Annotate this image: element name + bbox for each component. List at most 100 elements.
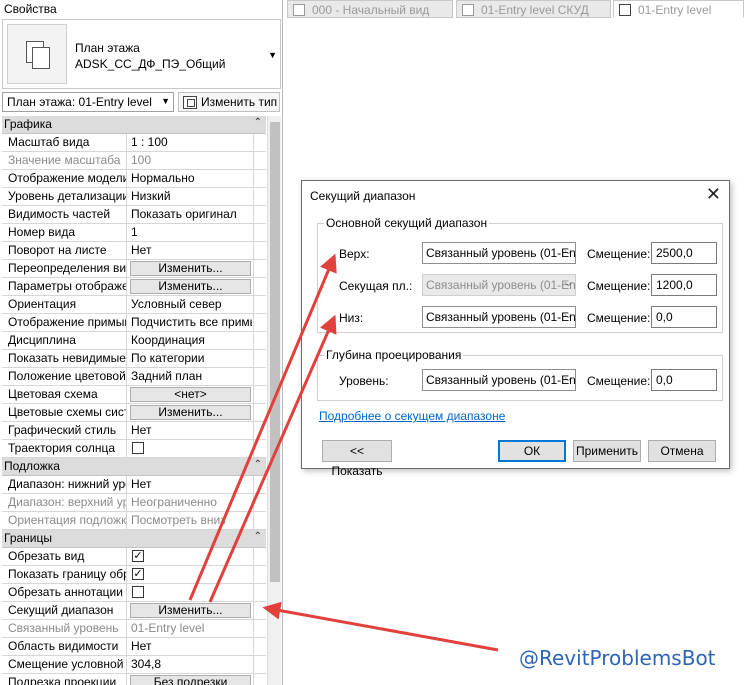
property-value[interactable]: Задний план — [128, 368, 252, 385]
depth-offset-label: Смещение: — [587, 374, 651, 388]
property-edit-button[interactable]: Изменить... — [130, 603, 251, 618]
property-row: Подрезка проекции Без подрезки — [2, 674, 266, 685]
apply-button[interactable]: Применить — [573, 440, 641, 462]
ok-button[interactable]: ОК — [498, 440, 566, 462]
edit-type-button[interactable]: Изменить тип — [178, 92, 280, 112]
property-value[interactable]: Показать оригинал — [128, 206, 252, 223]
property-label: Цветовая схема — [2, 386, 127, 403]
property-row-edge — [253, 278, 266, 295]
property-value[interactable]: Низкий — [128, 188, 252, 205]
close-icon[interactable]: ✕ — [706, 184, 721, 204]
cancel-button[interactable]: Отмена — [648, 440, 716, 462]
cut-plane-offset-input[interactable]: 1200,0 — [651, 274, 717, 296]
property-label: Область видимости — [2, 638, 127, 655]
depth-level-select[interactable]: Связанный уровень (01-Entry level) ⌵ — [422, 369, 576, 391]
property-row: Ориентация подложки Посмотреть вниз — [2, 512, 266, 530]
property-row: Значение масштаба 100 — [2, 152, 266, 170]
property-row: Обрезать аннотации — [2, 584, 266, 602]
property-label: Параметры отображения графики — [2, 278, 127, 295]
view-range-dialog: Секущий диапазон ✕ Основной секущий диап… — [301, 180, 730, 478]
property-edit-button[interactable]: Изменить... — [130, 279, 251, 294]
property-value: Неограниченно — [131, 495, 217, 509]
property-row: Отображение примыканий стенПодчистить вс… — [2, 314, 266, 332]
cut-plane-offset-label: Смещение: — [587, 279, 651, 293]
property-label: Диапазон: нижний уровень — [2, 476, 127, 493]
top-level-select[interactable]: Связанный уровень (01-Entry level) ⌵ — [422, 242, 576, 264]
property-checkbox[interactable] — [132, 442, 144, 454]
tab-entry-level-skud[interactable]: 01-Entry level СКУД — [456, 0, 611, 18]
bottom-offset-label: Смещение: — [587, 311, 651, 325]
tab-start-view[interactable]: 000 - Начальный вид — [287, 0, 453, 18]
show-button[interactable]: << Показать — [322, 440, 392, 478]
tab-label: 000 - Начальный вид — [312, 3, 430, 17]
collapse-icon[interactable]: ⌃ — [254, 531, 262, 542]
property-row-edge — [253, 224, 266, 241]
collapse-icon[interactable]: ⌃ — [254, 117, 262, 128]
type-family: План этажа — [75, 41, 140, 55]
properties-scrollbar[interactable] — [267, 116, 281, 685]
property-label: Номер вида — [2, 224, 127, 241]
property-label: Графический стиль — [2, 422, 127, 439]
property-value[interactable]: Нет — [128, 638, 252, 655]
property-row: Графический стиль Нет — [2, 422, 266, 440]
property-value[interactable]: 1 — [128, 224, 252, 241]
section-header[interactable]: Графика ⌃ — [2, 116, 266, 134]
collapse-icon[interactable]: ⌃ — [254, 459, 262, 470]
property-checkbox[interactable]: ✓ — [132, 550, 144, 562]
property-row: Уровень детализации Низкий — [2, 188, 266, 206]
property-value[interactable]: Нормально — [128, 170, 252, 187]
property-label: Дисциплина — [2, 332, 127, 349]
property-label: Поворот на листе — [2, 242, 127, 259]
top-level-value: Связанный уровень (01-Entry level) — [426, 246, 576, 260]
property-row-edge — [253, 674, 266, 685]
scrollbar-thumb[interactable] — [270, 122, 280, 582]
property-label: Значение масштаба — [2, 152, 127, 169]
cut-plane-level-select[interactable]: Связанный уровень (01-Entry level) ⌵ — [422, 274, 576, 296]
property-row: Положение цветовой схемыЗадний план — [2, 368, 266, 386]
property-row-edge — [253, 152, 266, 169]
property-row: Диапазон: верхний уровень Неограниченно — [2, 494, 266, 512]
view-range-help-link[interactable]: Подробнее о секущем диапазоне — [319, 409, 505, 423]
top-offset-input[interactable]: 2500,0 — [651, 242, 717, 264]
watermark: @RevitProblemsBot — [519, 646, 716, 670]
property-value[interactable]: 1 : 100 — [128, 134, 252, 151]
floor-plan-icon — [462, 4, 474, 16]
property-label: Подрезка проекции — [2, 674, 127, 685]
depth-offset-input[interactable]: 0,0 — [651, 369, 717, 391]
property-value[interactable]: Подчистить все примыкания — [128, 314, 252, 331]
property-label: Отображение примыканий стен — [2, 314, 127, 331]
property-row-edge — [253, 422, 266, 439]
property-checkbox[interactable]: ✓ — [132, 568, 144, 580]
dialog-title: Секущий диапазон — [310, 189, 416, 203]
property-value[interactable]: 304,8 — [128, 656, 252, 673]
property-value[interactable]: Нет — [128, 476, 252, 493]
cut-plane-level-value: Связанный уровень (01-Entry level) — [426, 278, 576, 292]
property-checkbox[interactable] — [132, 586, 144, 598]
property-label: Масштаб вида — [2, 134, 127, 151]
section-header[interactable]: Границы ⌃ — [2, 530, 266, 548]
tab-entry-level[interactable]: 01-Entry level — [613, 0, 744, 18]
view-instance-selector[interactable]: План этажа: 01-Entry level ▼ — [2, 92, 174, 112]
property-edit-button[interactable]: Изменить... — [130, 405, 251, 420]
property-edit-button[interactable]: Изменить... — [130, 261, 251, 276]
property-label: Переопределения видимости/графики — [2, 260, 127, 277]
property-value[interactable]: По категории — [128, 350, 252, 367]
type-selector[interactable]: План этажа ADSK_СС_ДФ_ПЭ_Общий ▼ — [2, 19, 281, 89]
property-edit-button[interactable]: Без подрезки — [130, 675, 251, 685]
property-row-edge — [253, 620, 266, 637]
dropdown-arrow-icon[interactable]: ▼ — [268, 50, 277, 60]
bottom-level-select[interactable]: Связанный уровень (01-Entry level) ⌵ — [422, 306, 576, 328]
property-label: Ориентация — [2, 296, 127, 313]
property-row-edge — [253, 314, 266, 331]
property-value[interactable]: Условный север — [128, 296, 252, 313]
bottom-offset-input[interactable]: 0,0 — [651, 306, 717, 328]
property-row-edge — [253, 512, 266, 529]
property-value[interactable]: Нет — [128, 422, 252, 439]
property-value[interactable]: Нет — [128, 242, 252, 259]
properties-panel: Свойства План этажа ADSK_СС_ДФ_ПЭ_Общий … — [0, 0, 283, 685]
section-header[interactable]: Подложка ⌃ — [2, 458, 266, 476]
depth-level-value: Связанный уровень (01-Entry level) — [426, 373, 576, 387]
property-row-edge — [253, 170, 266, 187]
property-edit-button[interactable]: <нет> — [130, 387, 251, 402]
property-value[interactable]: Координация — [128, 332, 252, 349]
